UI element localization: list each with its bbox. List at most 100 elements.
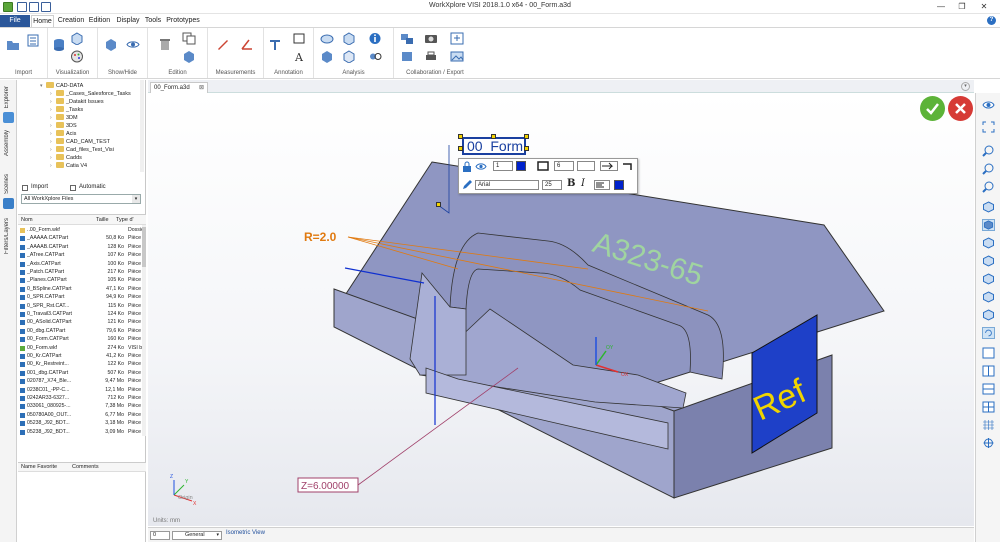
resize-handle[interactable] (458, 146, 463, 151)
print-export-icon[interactable] (424, 50, 438, 63)
copy-icon[interactable] (182, 32, 196, 45)
resize-handle[interactable] (524, 134, 529, 139)
camera-icon[interactable] (424, 32, 438, 45)
isometric-view-icon[interactable] (982, 219, 995, 231)
view-cube-icon[interactable] (982, 201, 995, 213)
tab-explorer[interactable]: Explorer (1, 84, 16, 124)
font-icon[interactable]: A (292, 50, 306, 63)
align-icon[interactable] (594, 180, 610, 190)
open-icon[interactable] (6, 38, 20, 51)
close-window-button[interactable]: ✕ (978, 1, 990, 12)
tree-node[interactable]: › Catia V4 (50, 162, 87, 170)
column-size[interactable]: Taille (96, 215, 109, 225)
chevron-down-icon[interactable]: ▾ (216, 532, 219, 539)
tree-node[interactable]: › _Cases_Salesforce_Tasks (50, 90, 131, 98)
palette-icon[interactable] (70, 50, 84, 63)
cube-view-icon[interactable] (70, 32, 84, 45)
column-comments[interactable]: Comments (72, 463, 99, 472)
export-icon[interactable] (450, 32, 464, 45)
tab-tools[interactable]: Tools (143, 15, 163, 27)
tab-menu-icon[interactable]: ▾ (961, 82, 970, 91)
resize-handle[interactable] (524, 146, 529, 151)
eye-icon[interactable] (126, 38, 140, 51)
view-eye-icon[interactable] (982, 99, 995, 111)
split-vertical-icon[interactable] (982, 365, 995, 377)
resize-handle[interactable] (491, 134, 496, 139)
analysis-shape-icon[interactable] (320, 32, 334, 45)
document-tab[interactable]: 00_Form.a3d ⊠ (150, 82, 208, 93)
database-icon[interactable] (52, 38, 66, 51)
tab-filters-layers[interactable]: Filters/Layers (1, 216, 16, 266)
file-row[interactable]: 05238_J92_BDT... 3,09 Mo Pièce C. (18, 428, 142, 436)
close-tab-icon[interactable]: ⊠ (199, 83, 204, 93)
analysis-cube-icon[interactable] (342, 32, 356, 45)
file-list-scrollbar[interactable] (142, 225, 146, 436)
fit-view-icon[interactable] (982, 121, 995, 133)
import-checkbox[interactable] (22, 185, 28, 191)
resize-handle[interactable] (436, 202, 441, 207)
frame-type-select[interactable] (577, 161, 595, 171)
minimize-button[interactable]: — (935, 1, 947, 12)
transform-icon[interactable] (182, 50, 196, 63)
maximize-button[interactable]: ❐ (956, 1, 968, 12)
rotate-view-icon[interactable] (982, 327, 995, 339)
zoom-out-icon[interactable] (982, 181, 995, 193)
tab-home[interactable]: Home (31, 15, 54, 27)
front-view-icon[interactable] (982, 237, 995, 249)
scroll-thumb[interactable] (142, 227, 146, 267)
line-color-swatch[interactable] (516, 161, 526, 171)
tree-node[interactable]: › Cad_files_Test_Visi (50, 146, 114, 154)
top-view-icon[interactable] (982, 255, 995, 267)
leader-icon[interactable] (622, 161, 634, 171)
chevron-down-icon[interactable]: ▾ (132, 195, 140, 203)
column-name[interactable]: Nom (21, 215, 33, 225)
annotation-label[interactable]: 00_Form (462, 137, 526, 155)
import-list-icon[interactable] (26, 34, 40, 47)
tab-creation[interactable]: Creation (57, 15, 85, 27)
tree-node[interactable]: › CAD_CAM_TEST (50, 138, 110, 146)
image-export-icon[interactable] (450, 50, 464, 63)
back-view-icon[interactable] (982, 291, 995, 303)
bold-button[interactable]: B (567, 178, 575, 189)
tree-node[interactable]: ▾ CAD-DATA (40, 82, 83, 90)
file-type-filter[interactable]: All WorkXplore Files ▾ (21, 194, 141, 204)
tab-file[interactable]: File (0, 15, 30, 27)
frame-icon[interactable] (292, 32, 306, 45)
measure-pen-icon[interactable] (216, 38, 230, 51)
confirm-button[interactable] (920, 96, 945, 121)
tree-node[interactable]: › Acis (50, 130, 76, 138)
solid-analysis-icon[interactable] (320, 50, 334, 63)
share-icon[interactable] (400, 50, 414, 63)
help-icon[interactable]: ? (987, 16, 996, 25)
tree-node[interactable]: › 3DM (50, 114, 78, 122)
radius-label[interactable]: R=2.0 (304, 230, 337, 244)
section-icon[interactable] (342, 50, 356, 63)
tab-edition[interactable]: Edition (87, 15, 112, 27)
eye-icon[interactable] (475, 162, 487, 171)
layer-name-select[interactable]: General ▾ (172, 531, 222, 540)
tab-display[interactable]: Display (115, 15, 141, 27)
grid-icon[interactable] (982, 419, 995, 431)
font-size-select[interactable]: 25 (542, 180, 562, 190)
tree-node[interactable]: › _Datakit Issues (50, 98, 104, 106)
zoom-in-icon[interactable] (982, 163, 995, 175)
collaborate-icon[interactable] (400, 32, 414, 45)
column-type[interactable]: Type d' (116, 215, 134, 225)
tree-node[interactable]: › _Tasks (50, 106, 83, 114)
pencil-icon[interactable] (462, 179, 472, 190)
frame-width-select[interactable]: 6 (554, 161, 574, 171)
tab-scenes[interactable]: Scenes (1, 172, 16, 212)
tree-scrollbar[interactable] (140, 80, 144, 172)
split-horizontal-icon[interactable] (982, 383, 995, 395)
delete-icon[interactable] (158, 38, 172, 51)
single-viewport-icon[interactable] (982, 347, 995, 359)
crosshair-icon[interactable] (982, 437, 995, 449)
zoom-icon[interactable] (982, 145, 995, 157)
tree-node[interactable]: › Cadds (50, 154, 82, 162)
side-view-icon[interactable] (982, 273, 995, 285)
text-color-swatch[interactable] (614, 180, 624, 190)
italic-button[interactable]: I (581, 178, 585, 189)
bottom-view-icon[interactable] (982, 309, 995, 321)
line-width-select[interactable]: 1 (493, 161, 513, 171)
lock-icon[interactable] (462, 161, 472, 172)
